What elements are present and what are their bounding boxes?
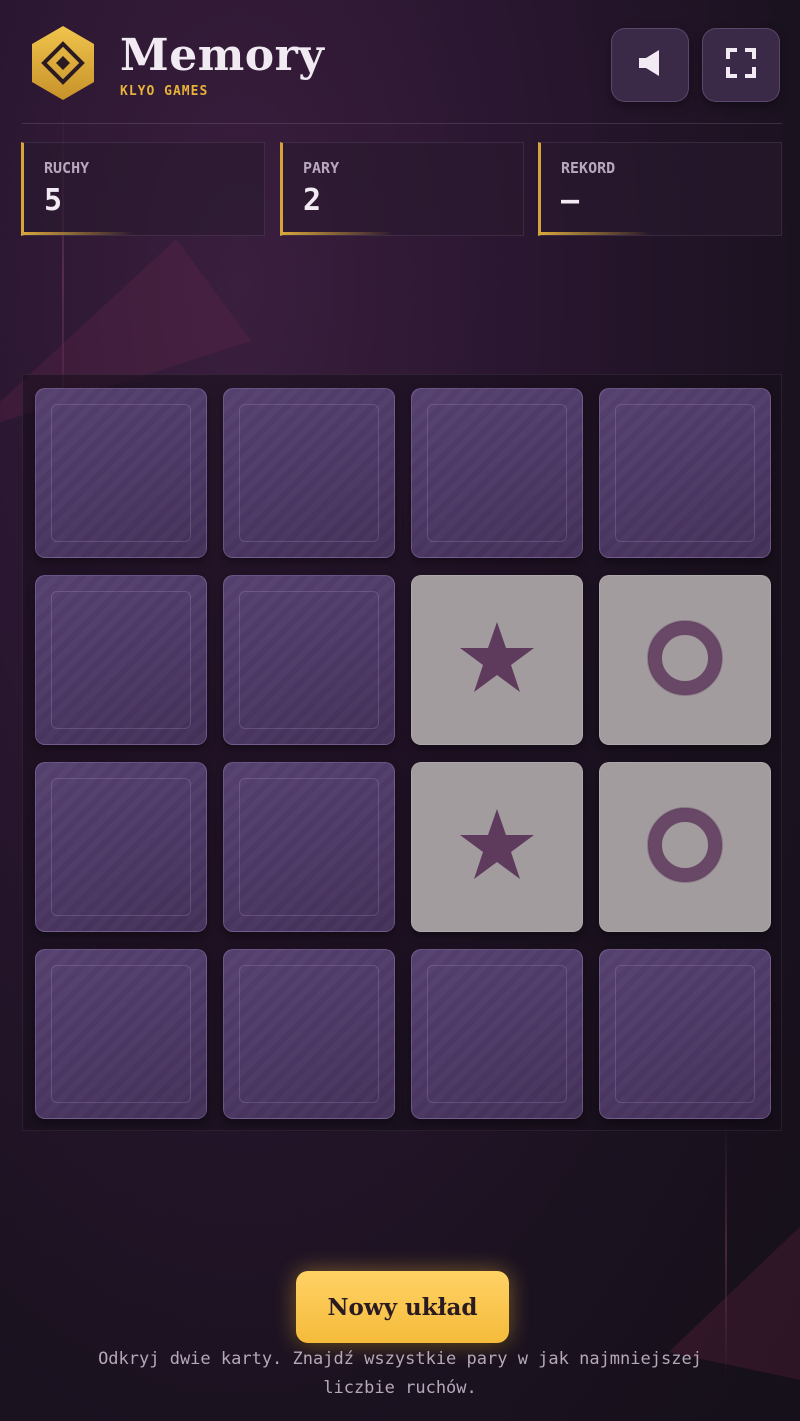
card-face-down[interactable] [223, 949, 395, 1119]
star-icon [457, 618, 537, 702]
background-line [725, 1120, 727, 1380]
app-subtitle: KLYO GAMES [120, 84, 209, 99]
stat-value: 2 [303, 183, 322, 218]
ring-icon [643, 803, 727, 891]
stat-label: PARY [303, 159, 340, 177]
header-divider [22, 123, 782, 124]
stat-record: REKORD — [538, 142, 782, 236]
stat-value: 5 [44, 183, 63, 218]
new-layout-button[interactable]: Nowy układ [296, 1271, 509, 1343]
fullscreen-icon [726, 48, 756, 82]
card-face-down[interactable] [599, 949, 771, 1119]
ring-icon [643, 616, 727, 704]
stat-label: REKORD [561, 159, 616, 177]
card-face-down[interactable] [599, 388, 771, 558]
stat-moves: RUCHY 5 [21, 142, 265, 236]
sound-button[interactable] [611, 28, 689, 102]
fullscreen-button[interactable] [702, 28, 780, 102]
instructions-line: Odkryj dwie karty. Znajdź wszystkie pary… [98, 1349, 702, 1369]
card-face-down[interactable] [35, 762, 207, 932]
stat-value: — [561, 183, 580, 218]
card-face-down[interactable] [35, 949, 207, 1119]
instructions-line: liczbie ruchów. [323, 1378, 477, 1398]
instructions-text: Odkryj dwie karty. Znajdź wszystkie pary… [20, 1345, 780, 1403]
card-face-down[interactable] [35, 388, 207, 558]
star-icon [457, 805, 537, 889]
card-face-up[interactable] [411, 762, 583, 932]
header: Memory KLYO GAMES [22, 24, 780, 104]
speaker-icon [637, 49, 663, 81]
card-face-down[interactable] [223, 762, 395, 932]
card-face-up[interactable] [599, 575, 771, 745]
card-face-down[interactable] [35, 575, 207, 745]
card-face-up[interactable] [599, 762, 771, 932]
card-face-down[interactable] [223, 575, 395, 745]
card-face-up[interactable] [411, 575, 583, 745]
card-face-down[interactable] [223, 388, 395, 558]
logo-icon [30, 24, 96, 102]
card-face-down[interactable] [411, 388, 583, 558]
game-board [22, 374, 782, 1131]
stat-label: RUCHY [44, 159, 90, 177]
app-title: Memory [120, 30, 325, 81]
stat-pairs: PARY 2 [280, 142, 524, 236]
card-face-down[interactable] [411, 949, 583, 1119]
